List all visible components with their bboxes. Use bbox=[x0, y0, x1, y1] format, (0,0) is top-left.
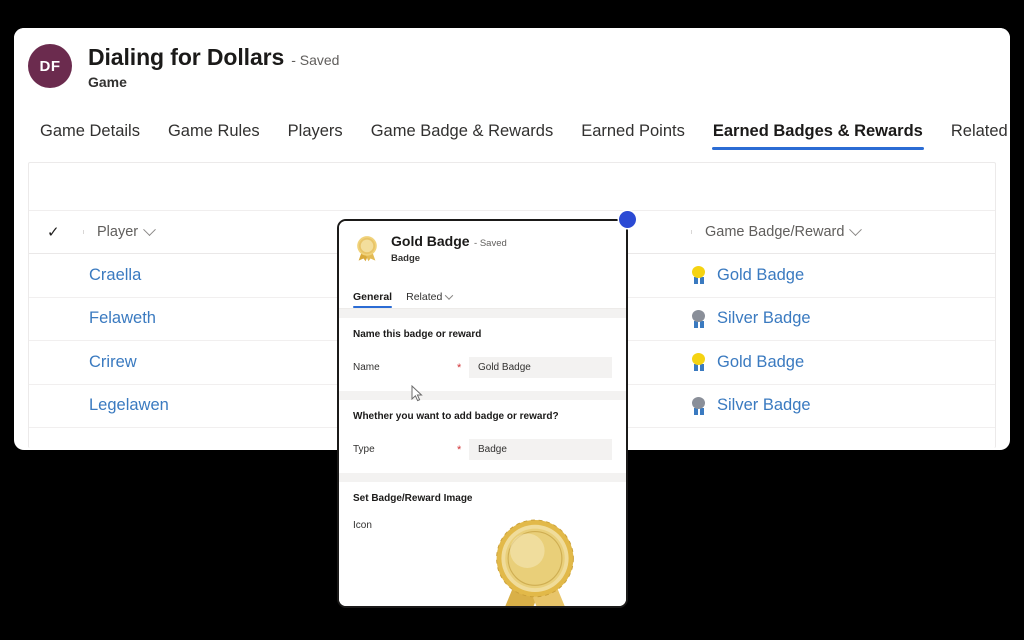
gold-medal-icon bbox=[691, 266, 706, 285]
record-header: DF Dialing for Dollars - Saved Game bbox=[14, 28, 1010, 110]
popup-tab-bar: General Related bbox=[339, 285, 626, 309]
silver-medal-icon bbox=[691, 396, 706, 415]
save-status: - Saved bbox=[291, 52, 340, 68]
tab-related[interactable]: Related bbox=[937, 122, 1010, 150]
section-badge-image: Set Badge/Reward Image Icon bbox=[339, 482, 626, 606]
popup-tab-general-label: General bbox=[353, 291, 393, 303]
popup-tab-related[interactable]: Related bbox=[406, 291, 454, 308]
section-type: Whether you want to add badge or reward?… bbox=[339, 400, 626, 473]
gold-rosette-medal-image bbox=[487, 514, 583, 606]
column-header-player-label: Player bbox=[97, 224, 139, 240]
required-indicator: * bbox=[457, 361, 462, 374]
silver-medal-icon bbox=[691, 309, 706, 328]
popup-tab-general[interactable]: General bbox=[353, 291, 393, 308]
mouse-cursor bbox=[411, 384, 423, 403]
tab-earned-badges-rewards[interactable]: Earned Badges & Rewards bbox=[699, 122, 937, 150]
avatar: DF bbox=[28, 44, 72, 88]
popup-header: Gold Badge - Saved Badge bbox=[339, 221, 626, 285]
tab-game-details[interactable]: Game Details bbox=[26, 122, 154, 150]
field-type-label: Type bbox=[353, 444, 375, 455]
field-type: Type * Badge bbox=[353, 439, 612, 460]
screen: DF Dialing for Dollars - Saved Game Game… bbox=[0, 0, 1024, 640]
tab-game-badge-rewards[interactable]: Game Badge & Rewards bbox=[357, 122, 568, 150]
cell-badge-label: Gold Badge bbox=[717, 352, 805, 371]
tab-bar: Game Details Game Rules Players Game Bad… bbox=[14, 110, 1010, 150]
cell-badge[interactable]: Gold Badge bbox=[691, 353, 991, 372]
field-icon-label: Icon bbox=[353, 520, 372, 531]
required-indicator: * bbox=[457, 443, 462, 456]
field-name-label: Name bbox=[353, 362, 380, 373]
record-entity-type: Game bbox=[88, 74, 127, 90]
page-title: Dialing for Dollars bbox=[88, 44, 285, 70]
field-icon: Icon bbox=[353, 519, 612, 606]
column-header-badge-label: Game Badge/Reward bbox=[705, 224, 845, 240]
gold-medal-icon bbox=[353, 234, 381, 262]
name-input[interactable]: Gold Badge bbox=[469, 357, 612, 378]
popup-title: Gold Badge bbox=[391, 233, 470, 249]
cell-badge-label: Silver Badge bbox=[717, 309, 811, 328]
popup-tab-related-label: Related bbox=[406, 291, 443, 303]
cell-badge-label: Silver Badge bbox=[717, 396, 811, 415]
chevron-down-icon bbox=[143, 222, 156, 236]
tab-game-rules[interactable]: Game Rules bbox=[154, 122, 274, 150]
section-type-title: Whether you want to add badge or reward? bbox=[353, 411, 559, 422]
select-all-checkbox[interactable]: ✓ bbox=[47, 223, 83, 241]
cell-badge[interactable]: Gold Badge bbox=[691, 266, 991, 285]
section-name-title: Name this badge or reward bbox=[353, 329, 482, 340]
tab-earned-points[interactable]: Earned Points bbox=[567, 122, 699, 150]
cell-badge[interactable]: Silver Badge bbox=[691, 309, 991, 328]
record-title-block: Dialing for Dollars - Saved Game bbox=[88, 44, 339, 90]
type-input[interactable]: Badge bbox=[469, 439, 612, 460]
gold-medal-icon bbox=[691, 353, 706, 372]
cell-badge-label: Gold Badge bbox=[717, 265, 805, 284]
column-header-badge[interactable]: Game Badge/Reward bbox=[691, 222, 991, 240]
popup-save-status: - Saved bbox=[474, 238, 507, 249]
chevron-down-icon bbox=[445, 291, 454, 300]
avatar-initials: DF bbox=[39, 57, 61, 75]
chevron-down-icon bbox=[849, 222, 863, 236]
command-bar bbox=[29, 163, 995, 211]
field-name: Name * Gold Badge bbox=[353, 357, 612, 378]
panel-drag-handle[interactable] bbox=[619, 211, 636, 228]
badge-quick-view-panel: Gold Badge - Saved Badge General Related… bbox=[337, 219, 628, 608]
section-name: Name this badge or reward Name * Gold Ba… bbox=[339, 318, 626, 391]
popup-entity-type: Badge bbox=[391, 253, 421, 264]
cell-badge[interactable]: Silver Badge bbox=[691, 396, 991, 415]
tab-players[interactable]: Players bbox=[274, 122, 357, 150]
section-badge-image-title: Set Badge/Reward Image bbox=[353, 493, 473, 504]
